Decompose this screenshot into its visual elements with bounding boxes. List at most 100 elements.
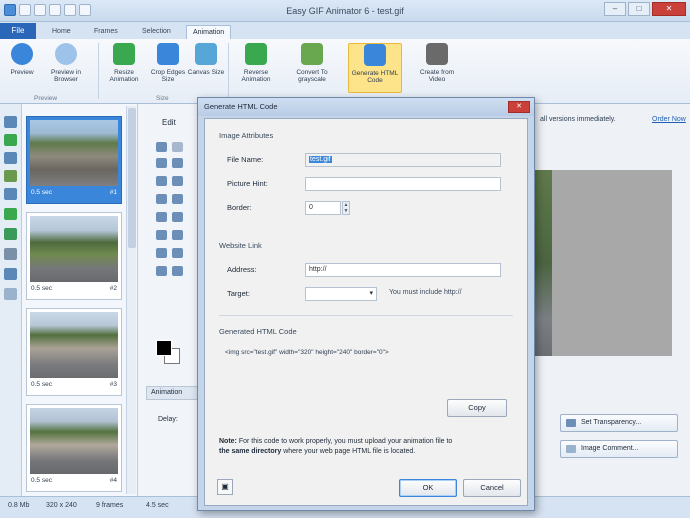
generated-code-text[interactable]: <img src="test.gif" width="320" height="… (225, 349, 389, 356)
border-stepper[interactable]: ▲ ▼ (342, 201, 350, 215)
picker-tool-icon[interactable] (172, 248, 183, 258)
curve-tool-icon[interactable] (172, 176, 183, 186)
canvas-area[interactable] (552, 170, 672, 356)
frame-delay: 0.5 sec (31, 381, 52, 388)
frame-image (30, 312, 118, 378)
insert-frame-icon[interactable] (4, 152, 17, 164)
crop-edges-button[interactable]: Crop Edges Size (148, 43, 188, 93)
tab-file[interactable]: File (0, 23, 36, 39)
foreground-color-swatch[interactable] (156, 340, 172, 356)
frames-view-icon[interactable] (4, 116, 17, 128)
browser-preview-icon (55, 43, 77, 65)
help-icon[interactable]: ▣ (217, 479, 233, 495)
crop-icon (157, 43, 179, 65)
frame-delay: 0.5 sec (31, 285, 52, 292)
lasso-tool-icon[interactable] (156, 158, 167, 168)
convert-grayscale-button[interactable]: Convert To grayscale (292, 43, 332, 93)
frame-image (30, 120, 118, 186)
chevron-down-icon: ▾ (369, 290, 373, 297)
tab-frames[interactable]: Frames (88, 25, 124, 39)
target-label: Target: (227, 289, 250, 298)
picture-hint-label: Picture Hint: (227, 179, 268, 188)
title-bar: Easy GIF Animator 6 - test.gif – □ ✕ (0, 0, 690, 22)
address-field[interactable]: http:// (305, 263, 501, 277)
tab-animation[interactable]: Animation (186, 25, 232, 39)
ellipse-tool-icon[interactable] (156, 212, 167, 222)
status-dimensions: 320 x 240 (46, 502, 77, 509)
delete-frame-icon[interactable] (4, 248, 17, 260)
image-comment-button[interactable]: Image Comment... (560, 440, 678, 458)
frames-scrollbar[interactable] (126, 106, 136, 494)
frame-number: #1 (109, 189, 117, 196)
pointer-tool-icon[interactable] (156, 142, 167, 152)
ribbon-tabs: File Home Frames Selection Animation (0, 22, 690, 39)
frame-thumbnail[interactable]: 0.5 sec #1 (26, 116, 122, 204)
frames-panel: 0.5 sec #1 0.5 sec #2 0.5 sec #3 0.5 sec… (22, 104, 138, 496)
maximize-button[interactable]: □ (628, 2, 650, 16)
preview-in-browser-button[interactable]: Preview in Browser (46, 43, 86, 93)
frame-image (30, 216, 118, 282)
duplicate-icon[interactable] (4, 228, 17, 240)
file-name-field[interactable]: test.gif (305, 153, 501, 167)
image-attributes-heading: Image Attributes (219, 131, 274, 140)
edit-tools-panel: Edit (138, 104, 200, 496)
copy-button[interactable]: Copy (447, 399, 507, 417)
picture-hint-field[interactable] (305, 177, 501, 191)
grayscale-icon (301, 43, 323, 65)
line-tool-icon[interactable] (156, 176, 167, 186)
frame-image (30, 408, 118, 474)
resize-animation-button[interactable]: Resize Animation (104, 43, 144, 93)
order-now-link[interactable]: Order Now (652, 116, 686, 123)
frame-delay: 0.5 sec (31, 189, 52, 196)
group-label-preview: Preview (34, 95, 58, 102)
frame-thumbnail[interactable]: 0.5 sec #2 (26, 212, 122, 300)
zoom-in-icon[interactable] (156, 266, 167, 276)
upload-note: Note: For this code to work properly, yo… (219, 438, 453, 455)
status-duration: 4.5 sec (146, 502, 169, 509)
ribbon: Preview Preview in Browser Resize Animat… (0, 39, 690, 104)
edit-label: Edit (162, 118, 176, 127)
text-tool-icon[interactable] (172, 158, 183, 168)
ok-button[interactable]: OK (399, 479, 457, 497)
properties-icon[interactable] (4, 268, 17, 280)
canvas-size-button[interactable]: Canvas Size (186, 43, 226, 93)
image-icon[interactable] (4, 170, 17, 182)
create-from-video-button[interactable]: Create from Video (414, 43, 460, 93)
frame-thumbnail[interactable]: 0.5 sec #4 (26, 404, 122, 492)
frame-number: #4 (109, 477, 117, 484)
animation-properties-tab[interactable]: Animation (146, 386, 198, 400)
move-down-icon[interactable] (4, 208, 17, 220)
border-field[interactable]: 0 (305, 201, 341, 215)
minimize-button[interactable]: – (604, 2, 626, 16)
tab-home[interactable]: Home (46, 25, 77, 39)
canvas-image-edge (534, 170, 552, 356)
scrollbar-thumb[interactable] (128, 108, 136, 248)
brush-tool-icon[interactable] (172, 230, 183, 240)
rectangle-tool-icon[interactable] (156, 194, 167, 204)
close-button[interactable]: ✕ (652, 2, 686, 16)
frame-thumbnail[interactable]: 0.5 sec #3 (26, 308, 122, 396)
generate-html-code-button[interactable]: Generate HTML Code (348, 43, 402, 93)
reverse-animation-button[interactable]: Reverse Animation (236, 43, 276, 93)
rounded-rect-tool-icon[interactable] (172, 212, 183, 222)
target-dropdown[interactable]: ▾ (305, 287, 377, 301)
video-icon (426, 43, 448, 65)
fill-tool-icon[interactable] (172, 194, 183, 204)
select-tool-icon[interactable] (172, 142, 183, 152)
cancel-button[interactable]: Cancel (463, 479, 521, 497)
delay-label: Delay: (158, 416, 178, 423)
zoom-out-icon[interactable] (172, 266, 183, 276)
dialog-close-button[interactable]: ✕ (508, 101, 530, 113)
set-transparency-button[interactable]: Set Transparency... (560, 414, 678, 432)
resize-animation-icon (113, 43, 135, 65)
generate-html-dialog: Generate HTML Code ✕ Image Attributes Fi… (197, 97, 535, 511)
copy-frame-icon[interactable] (4, 188, 17, 200)
add-frame-icon[interactable] (4, 134, 17, 146)
pencil-tool-icon[interactable] (156, 230, 167, 240)
generated-code-heading: Generated HTML Code (219, 327, 297, 336)
settings-icon[interactable] (4, 288, 17, 300)
preview-button[interactable]: Preview (2, 43, 42, 93)
tab-selection[interactable]: Selection (136, 25, 177, 39)
comment-icon (566, 445, 576, 453)
eraser-tool-icon[interactable] (156, 248, 167, 258)
